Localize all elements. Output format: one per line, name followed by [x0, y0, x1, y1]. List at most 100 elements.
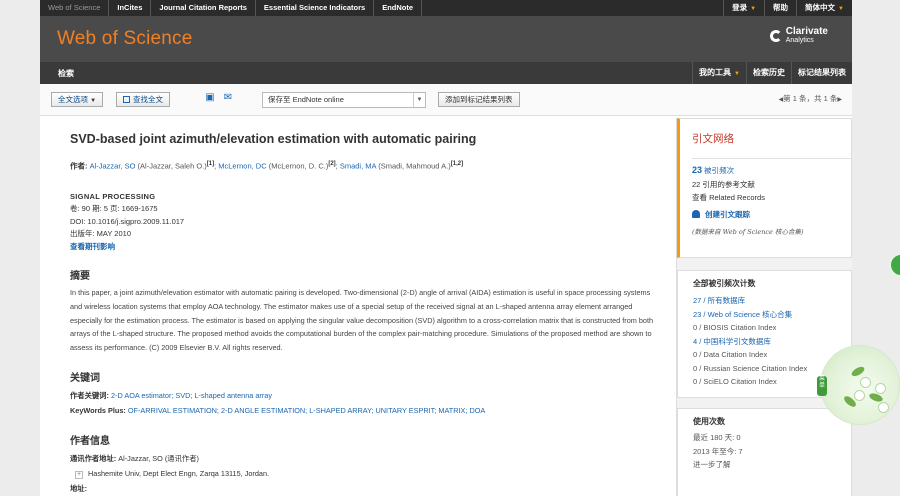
wos-logo[interactable]: Web of Science	[57, 28, 193, 50]
count-label: / BIOSIS Citation Index	[697, 323, 777, 332]
clarivate-mark-icon	[769, 30, 782, 42]
find-icon	[123, 96, 130, 103]
sidebar: 引文网络 23 被引频次 22 引用的参考文献 查看 Related Recor…	[676, 118, 852, 496]
flower-icon	[879, 403, 888, 412]
language-label: 简体中文	[805, 3, 836, 12]
language-menu[interactable]: 简体中文 ▼	[796, 0, 852, 16]
record-main: SVD-based joint azimuth/elevation estima…	[70, 118, 675, 496]
find-full-text-button[interactable]: 查找全文	[116, 92, 170, 107]
floating-side-tab[interactable]	[889, 253, 900, 277]
count-row: 0 / BIOSIS Citation Index	[693, 321, 851, 335]
corr-address: Hashemite Univ, Dept Elect Engn, Zarqa 1…	[88, 468, 270, 478]
full-text-options-label: 全文选项	[58, 95, 88, 104]
count-label: / Russian Science Citation Index	[697, 363, 808, 373]
count-label: / SciELO Citation Index	[697, 377, 777, 386]
caret-down-icon: ▼	[734, 71, 740, 77]
usage-since-2013: 2013 年至今: 7	[693, 446, 743, 456]
next-page-icon[interactable]: ▶	[837, 97, 842, 103]
address-label: 地址:	[70, 483, 88, 493]
usage-count-card: 使用次数 最近 180 天: 0 2013 年至今: 7 进一步了解	[677, 408, 852, 496]
count-label: / Data Citation Index	[697, 350, 768, 359]
abstract-heading: 摘要	[70, 271, 90, 282]
page-frame: Web of Science InCites Journal Citation …	[40, 0, 852, 496]
author-fullname: (McLernon, D. C.)	[268, 161, 329, 171]
login-menu[interactable]: 登录 ▼	[723, 0, 764, 16]
expand-icon[interactable]: +	[75, 470, 83, 479]
authors-label: 作者:	[70, 161, 88, 171]
nav-jcr[interactable]: Journal Citation Reports	[151, 0, 256, 16]
floating-flower-widget[interactable]: 菜单	[817, 345, 900, 425]
citation-network-heading: 引文网络	[692, 131, 851, 159]
help-link[interactable]: 帮助	[764, 0, 796, 16]
data-source-note: (数据来自 Web of Science 核心合集)	[692, 227, 804, 236]
count-row: 0 / Data Citation Index	[693, 348, 851, 362]
full-text-options-button[interactable]: 全文选项 ▼	[51, 92, 104, 107]
marked-list-link[interactable]: 标记结果列表	[791, 62, 852, 84]
print-icon[interactable]: ▣	[204, 92, 216, 104]
author-affil-sup[interactable]: [1]	[207, 161, 214, 167]
related-records-link[interactable]: 查看 Related Records	[692, 191, 851, 205]
count-row[interactable]: 27 / 所有数据库	[693, 294, 851, 308]
nav-web-of-science[interactable]: Web of Science	[40, 0, 110, 16]
corresponding-author: 通讯作者地址: Al-Jazzar, SO (通讯作者)	[70, 451, 675, 466]
corr-address-row: + Hashemite Univ, Dept Elect Engn, Zarqa …	[70, 466, 675, 481]
chevron-down-icon: ▼	[413, 93, 425, 107]
email-icon[interactable]: ✉	[222, 92, 234, 104]
keywords-heading: 关键词	[70, 372, 100, 384]
journal-impact-link[interactable]: 查看期刊影响	[70, 241, 675, 254]
create-alert-link[interactable]: 创建引文跟踪	[692, 209, 851, 220]
leaf-icon	[850, 364, 866, 379]
keywords-plus: KeyWords Plus: OF-ARRIVAL ESTIMATION; 2-…	[70, 403, 675, 418]
nav-esi[interactable]: Essential Science Indicators	[256, 0, 375, 16]
cited-references-link[interactable]: 22 引用的参考文献	[692, 178, 851, 192]
widget-tag: 菜单	[817, 376, 827, 396]
author-line: 作者: Al-Jazzar, SO (Al-Jazzar, Saleh O.)[…	[70, 161, 464, 171]
record-title: SVD-based joint azimuth/elevation estima…	[70, 132, 477, 146]
caret-down-icon: ▼	[90, 98, 97, 104]
author-fullname: (Al-Jazzar, Saleh O.)	[137, 161, 207, 171]
clarivate-logo: Clarivate Analytics	[769, 26, 828, 45]
nav-incites[interactable]: InCites	[109, 0, 152, 16]
save-to-select[interactable]: 保存至 EndNote online ▼	[262, 92, 426, 108]
leaf-icon	[868, 391, 884, 404]
author-keywords-links[interactable]: 2-D AOA estimator; SVD; L-shaped antenna…	[111, 391, 272, 400]
author-keywords-label: 作者关键词:	[70, 390, 109, 400]
caret-down-icon: ▼	[750, 6, 757, 12]
usage-heading: 使用次数	[693, 417, 725, 426]
clarivate-name: Clarivate	[785, 26, 828, 37]
login-label: 登录	[732, 3, 748, 12]
count-row[interactable]: 4 / 中国科学引文数据库	[693, 335, 851, 349]
author-link[interactable]: McLernon, DC	[218, 162, 266, 171]
times-cited-count: 23	[692, 165, 703, 175]
add-to-marked-button[interactable]: 添加到标记结果列表	[438, 92, 520, 107]
my-tools-label: 我的工具	[699, 68, 732, 77]
address-row: 地址:	[70, 481, 675, 496]
keywords-plus-label: KeyWords Plus:	[70, 405, 126, 415]
keywords-plus-links[interactable]: OF-ARRIVAL ESTIMATION; 2-D ANGLE ESTIMAT…	[128, 406, 485, 415]
times-cited-label: 被引频次	[704, 166, 735, 175]
corr-label: 通讯作者地址:	[70, 453, 117, 463]
my-tools-menu[interactable]: 我的工具 ▼	[692, 62, 746, 84]
times-cited-row[interactable]: 23 被引频次	[692, 164, 851, 178]
author-affil-sup[interactable]: [1,2]	[451, 161, 463, 167]
top-nav: Web of Science InCites Journal Citation …	[40, 0, 852, 16]
flower-icon	[876, 384, 885, 393]
nav-endnote[interactable]: EndNote	[374, 0, 423, 16]
count-label: / Web of Science 核心合集	[701, 309, 793, 319]
pager: ◀第 1 条，共 1 条▶	[779, 93, 842, 104]
author-affil-sup[interactable]: [2]	[328, 161, 335, 167]
caret-down-icon: ▼	[838, 6, 844, 12]
search-tab[interactable]: 检索	[40, 68, 74, 79]
search-history-link[interactable]: 检索历史	[746, 62, 791, 84]
pager-text: 第 1 条，共 1 条	[783, 94, 838, 103]
author-link[interactable]: Smadi, MA	[340, 162, 376, 171]
citation-network-card: 引文网络 23 被引频次 22 引用的参考文献 查看 Related Recor…	[677, 118, 852, 258]
author-info-heading: 作者信息	[70, 435, 110, 447]
count-row[interactable]: 23 / Web of Science 核心合集	[693, 308, 851, 322]
clarivate-sub: Analytics	[785, 37, 814, 44]
author-link[interactable]: Al-Jazzar, SO	[90, 162, 136, 171]
doi-line: DOI: 10.1016/j.sigpro.2009.11.017	[70, 216, 185, 226]
author-keywords: 作者关键词: 2-D AOA estimator; SVD; L-shaped …	[70, 388, 675, 403]
learn-more-link[interactable]: 进一步了解	[693, 458, 851, 472]
journal-name: SIGNAL PROCESSING	[70, 191, 156, 201]
